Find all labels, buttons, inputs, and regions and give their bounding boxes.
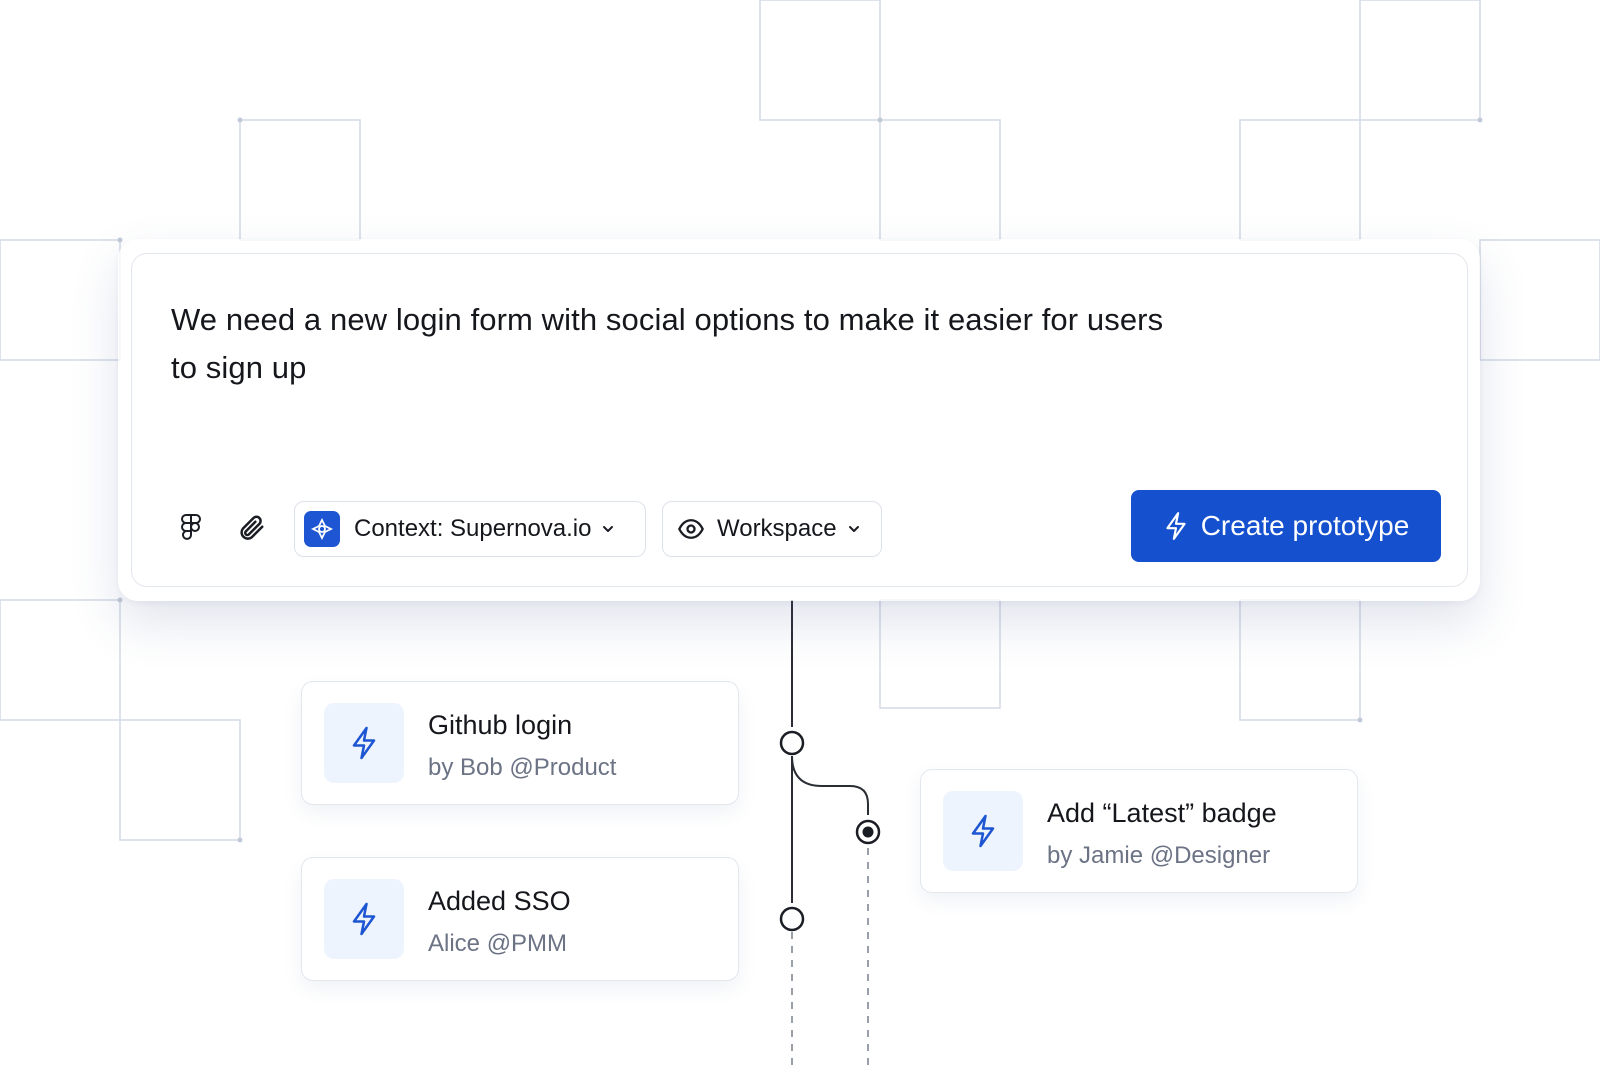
card-title: Add “Latest” badge (1047, 798, 1277, 828)
create-prototype-label: Create prototype (1200, 510, 1410, 541)
paperclip-icon[interactable] (231, 508, 271, 548)
prompt-composer: We need a new login form with social opt… (131, 253, 1468, 587)
card-title: Added SSO (428, 886, 571, 916)
visibility-label: Workspace (717, 515, 837, 542)
lightning-icon (324, 879, 404, 959)
chevron-down-icon (603, 526, 614, 532)
context-selector[interactable]: Context: Supernova.io (294, 501, 646, 557)
lightning-icon (943, 791, 1023, 871)
eye-icon (678, 519, 704, 539)
visibility-selector[interactable]: Workspace (662, 501, 882, 557)
version-card[interactable]: Github login by Bob @Product (301, 681, 739, 805)
create-prototype-button[interactable]: Create prototype (1131, 490, 1441, 562)
lightning-icon (1166, 512, 1186, 540)
lightning-icon (324, 703, 404, 783)
card-author: by Bob @Product (428, 754, 617, 781)
prompt-input[interactable]: We need a new login form with social opt… (171, 296, 1191, 392)
supernova-logo-icon (304, 511, 340, 547)
timeline-node-active (855, 819, 881, 845)
version-card[interactable]: Add “Latest” badge by Jamie @Designer (920, 769, 1358, 893)
card-author: by Jamie @Designer (1047, 842, 1271, 869)
card-author: Alice @PMM (428, 930, 568, 957)
chevron-down-icon (848, 526, 859, 532)
card-title: Github login (428, 710, 573, 740)
figma-icon[interactable] (171, 508, 211, 548)
canvas: We need a new login form with social opt… (0, 0, 1600, 1080)
context-label: Context: Supernova.io (354, 515, 592, 542)
version-card[interactable]: Added SSO Alice @PMM (301, 857, 739, 981)
